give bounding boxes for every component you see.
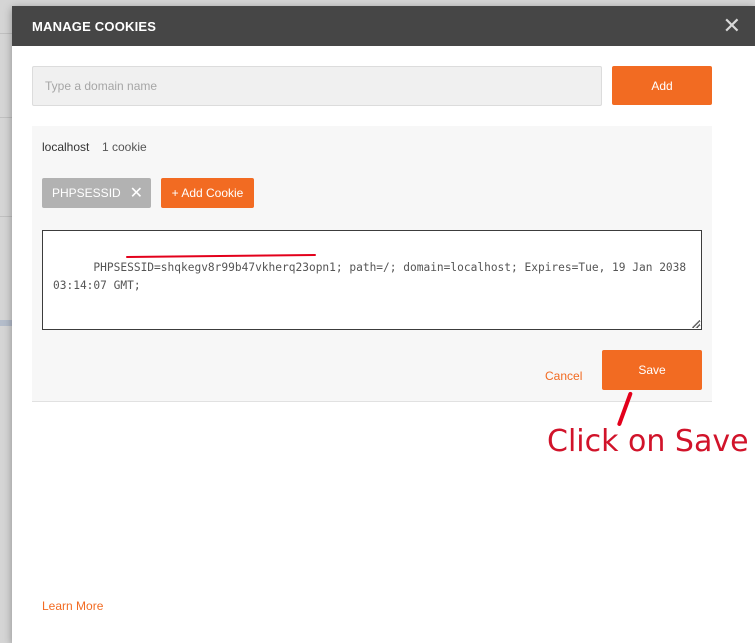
cancel-button[interactable]: Cancel	[545, 369, 582, 383]
modal-title: MANAGE COOKIES	[32, 18, 157, 34]
cookie-editor-text: PHPSESSID=shqkegv8r99b47vkherq23opn1; pa…	[53, 261, 693, 292]
annotation-text: Click on Save	[547, 424, 749, 459]
cookie-chip-phpsessid[interactable]: PHPSESSID ✕	[42, 178, 151, 208]
close-icon[interactable]: ✕	[723, 15, 741, 37]
domain-input[interactable]	[32, 66, 602, 106]
add-cookie-button[interactable]: + Add Cookie	[161, 178, 254, 208]
manage-cookies-modal: MANAGE COOKIES ✕ Add localhost 1 cookie …	[12, 6, 755, 643]
cookie-domain-label: localhost	[42, 140, 90, 154]
add-domain-button[interactable]: Add	[612, 66, 712, 105]
save-button[interactable]: Save	[602, 350, 702, 390]
cookie-chip-label: PHPSESSID	[52, 186, 121, 200]
domain-row: Add	[32, 66, 712, 106]
modal-header: MANAGE COOKIES ✕	[12, 6, 755, 46]
learn-more-link[interactable]: Learn More	[42, 599, 103, 613]
cookie-editor-textarea[interactable]: PHPSESSID=shqkegv8r99b47vkherq23opn1; pa…	[42, 230, 702, 330]
cookie-panel: localhost 1 cookie PHPSESSID ✕ + Add Coo…	[32, 126, 712, 402]
resize-handle-icon[interactable]	[692, 320, 700, 328]
close-icon[interactable]: ✕	[130, 183, 143, 203]
cookie-count: 1 cookie	[102, 140, 147, 154]
